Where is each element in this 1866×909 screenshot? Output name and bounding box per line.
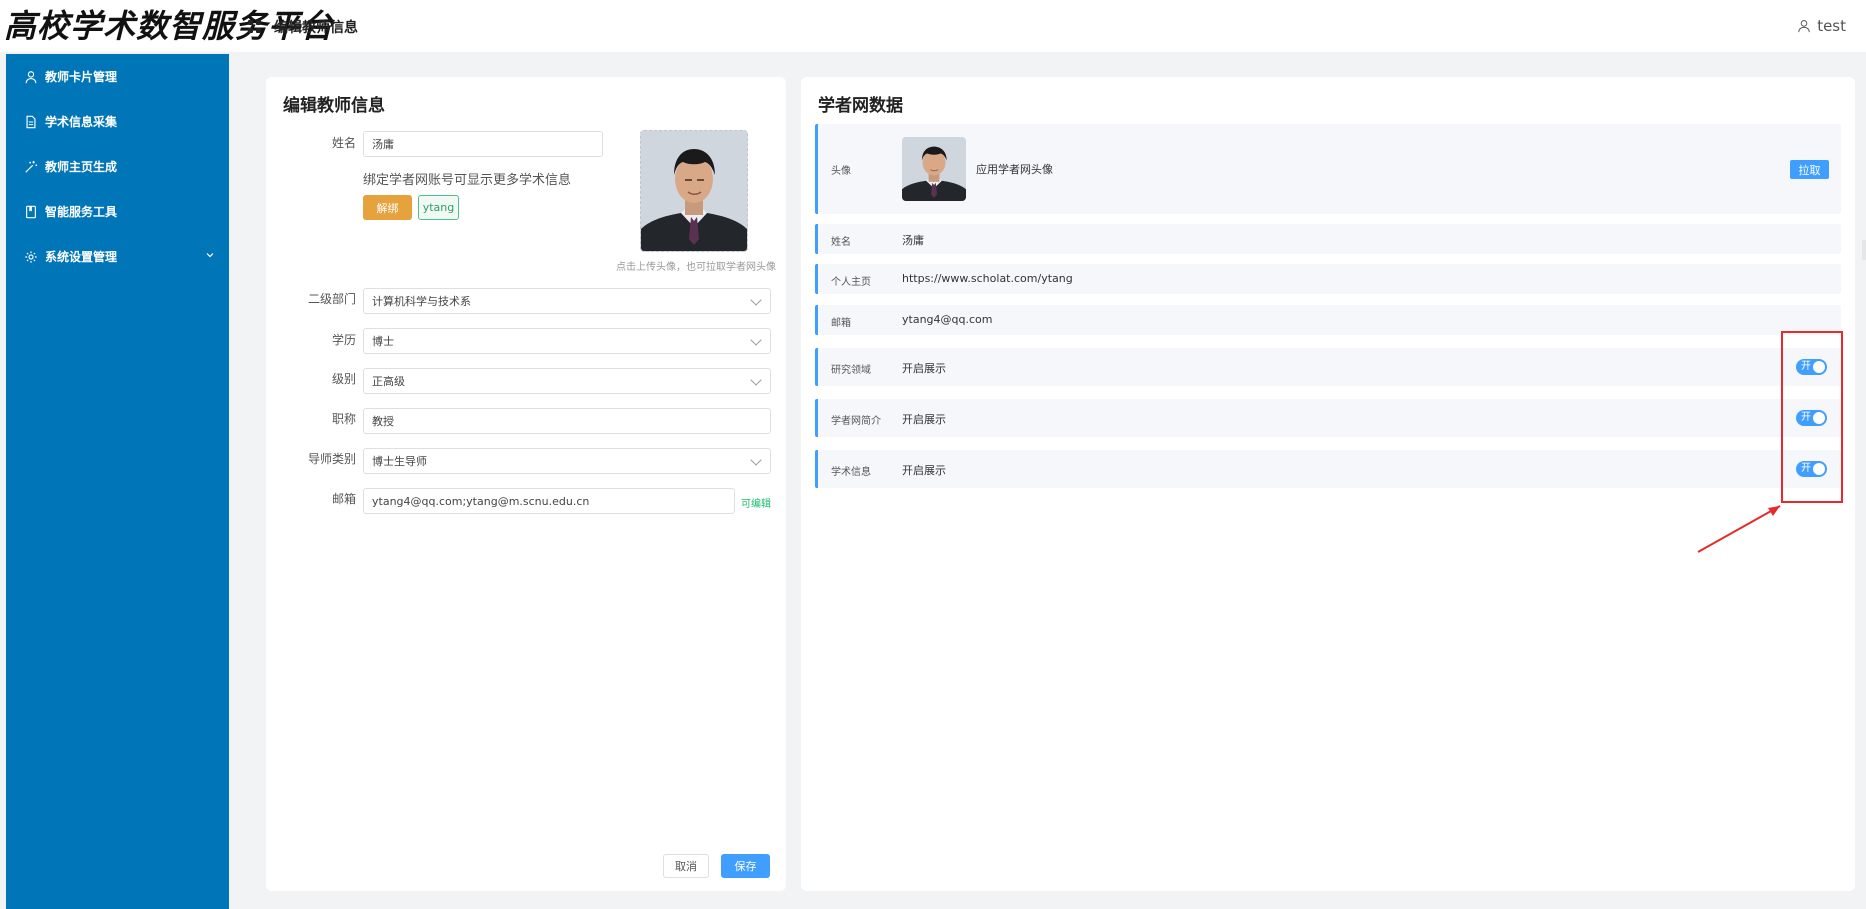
title-input[interactable]: 教授 (363, 408, 771, 434)
email-value: ytang4@qq.com;ytang@m.scnu.edu.cn (372, 494, 590, 508)
teacher-avatar-image (641, 131, 747, 251)
department-select[interactable]: 计算机科学与技术系 (363, 288, 771, 314)
user-icon (25, 70, 37, 83)
chevron-down-icon (750, 334, 762, 346)
row-label: 头像 (831, 166, 851, 177)
advisor-type-value: 博士生导师 (372, 455, 427, 468)
sidebar-item-smart-tools[interactable]: 智能服务工具 (6, 189, 229, 234)
sidebar-item-label: 系统设置管理 (45, 250, 118, 264)
top-header: 高校学术数智服务平台 编辑教师信息 test (0, 0, 1866, 52)
title-label: 职称 (331, 412, 356, 426)
name-row: 姓名 汤庸 (815, 224, 1841, 254)
row-label: 研究领域 (831, 365, 871, 376)
cancel-button[interactable]: 取消 (663, 854, 709, 878)
grid-menu-icon[interactable] (248, 20, 261, 33)
scholat-data-panel: 学者网数据 头像 应用学者网头像 拉取 姓名 汤庸 个人主页 https://w… (801, 77, 1855, 891)
avatar-row: 头像 应用学者网头像 拉取 (815, 124, 1841, 214)
apply-avatar-text: 应用学者网头像 (976, 163, 1053, 176)
email-label: 邮箱 (331, 492, 356, 506)
advisor-type-select[interactable]: 博士生导师 (363, 448, 771, 474)
homepage-row: 个人主页 https://www.scholat.com/ytang (815, 264, 1841, 294)
education-value: 博士 (372, 335, 394, 348)
row-label: 姓名 (831, 237, 851, 248)
magic-wand-icon (25, 160, 38, 173)
panel-title: 学者网数据 (818, 96, 903, 116)
education-select[interactable]: 博士 (363, 328, 771, 354)
chevron-down-icon (206, 253, 214, 258)
name-input[interactable]: 汤庸 (363, 131, 603, 157)
save-button[interactable]: 保存 (721, 854, 770, 878)
gear-icon (25, 250, 37, 263)
row-label: 邮箱 (831, 318, 851, 329)
email-row: 邮箱 ytang4@qq.com (815, 305, 1841, 335)
row-label: 学术信息 (831, 467, 871, 478)
row-label: 学者网简介 (831, 416, 881, 427)
sidebar-item-label: 教师卡片管理 (45, 70, 118, 84)
sidebar-item-teacher-cards[interactable]: 教师卡片管理 (6, 54, 229, 99)
row-value: 开启展示 (902, 362, 946, 375)
scholat-account-tag[interactable]: ytang (418, 195, 459, 220)
chevron-down-icon (750, 294, 762, 306)
scholat-avatar-image (902, 137, 966, 201)
department-label: 二级部门 (307, 292, 356, 306)
name-input-value: 汤庸 (372, 138, 394, 151)
email-input[interactable]: ytang4@qq.com;ytang@m.scnu.edu.cn (363, 488, 735, 514)
row-label: 个人主页 (831, 277, 871, 288)
edit-teacher-panel: 编辑教师信息 姓名 汤庸 绑定学者网账号可显示更多学术信息 解绑 ytang 点… (266, 77, 786, 891)
page-title: 编辑教师信息 (274, 20, 358, 36)
pull-avatar-button[interactable]: 拉取 (1790, 160, 1829, 179)
avatar-upload[interactable] (640, 130, 748, 252)
chevron-down-icon (750, 454, 762, 466)
book-icon (26, 205, 36, 218)
sidebar: 教师卡片管理 学术信息采集 教师主页生成 智能服务工具 系统设置管理 (6, 54, 229, 909)
annotation-arrow-icon (1697, 505, 1781, 553)
academic-info-row: 学术信息 开启展示 开 (815, 450, 1841, 488)
sidebar-item-label: 智能服务工具 (45, 205, 118, 219)
panel-title: 编辑教师信息 (283, 96, 385, 116)
sidebar-item-homepage-generation[interactable]: 教师主页生成 (6, 144, 229, 189)
sidebar-item-system-settings[interactable]: 系统设置管理 (6, 234, 229, 279)
chevron-down-icon (750, 374, 762, 386)
upload-tip: 点击上传头像，也可拉取学者网头像 (616, 262, 776, 273)
scrollbar[interactable] (1862, 240, 1866, 260)
scholat-avatar (902, 137, 966, 201)
advisor-type-label: 导师类别 (307, 452, 356, 466)
bind-hint: 绑定学者网账号可显示更多学术信息 (363, 173, 572, 188)
department-value: 计算机科学与技术系 (372, 295, 471, 308)
row-value: ytang4@qq.com (902, 313, 993, 326)
level-label: 级别 (331, 372, 356, 386)
title-value: 教授 (372, 415, 394, 428)
level-value: 正高级 (372, 375, 405, 388)
scholat-intro-row: 学者网简介 开启展示 开 (815, 399, 1841, 437)
homepage-link[interactable]: https://www.scholat.com/ytang (902, 272, 1073, 285)
sidebar-item-academic-collection[interactable]: 学术信息采集 (6, 99, 229, 144)
annotation-highlight-box (1781, 331, 1843, 503)
user-menu[interactable]: test (1797, 17, 1846, 35)
user-name: test (1817, 17, 1846, 35)
sidebar-item-label: 教师主页生成 (45, 160, 118, 174)
unbind-button[interactable]: 解绑 (363, 195, 412, 220)
education-label: 学历 (331, 333, 356, 347)
name-label: 姓名 (331, 136, 356, 150)
row-value: 开启展示 (902, 413, 946, 426)
editable-tag: 可编辑 (741, 499, 771, 510)
document-icon (26, 115, 36, 128)
research-area-row: 研究领域 开启展示 开 (815, 348, 1841, 386)
user-icon (1798, 20, 1810, 33)
sidebar-item-label: 学术信息采集 (45, 115, 118, 129)
level-select[interactable]: 正高级 (363, 368, 771, 394)
row-value: 汤庸 (902, 234, 924, 247)
row-value: 开启展示 (902, 464, 946, 477)
